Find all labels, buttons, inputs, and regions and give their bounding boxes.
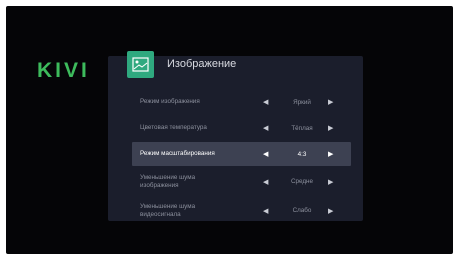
setting-row-video-noise-reduction[interactable]: Уменьшение шума видеосигнала ◀ Слабо ▶ bbox=[132, 197, 351, 224]
setting-label: Уменьшение шума видеосигнала bbox=[140, 202, 196, 218]
arrow-right-icon[interactable]: ▶ bbox=[328, 207, 333, 215]
setting-label: Цветовая температура bbox=[140, 124, 207, 131]
setting-label: Уменьшение шума изображения bbox=[140, 173, 196, 189]
tv-screen: KIVI Изображение Режим изображения ◀ Ярк… bbox=[6, 6, 453, 254]
setting-value: Тёплая bbox=[291, 124, 313, 132]
arrow-left-icon[interactable]: ◀ bbox=[263, 178, 268, 186]
setting-row-color-temperature[interactable]: Цветовая температура ◀ Тёплая ▶ bbox=[132, 116, 351, 140]
arrow-right-icon[interactable]: ▶ bbox=[328, 150, 333, 158]
setting-value: Средне bbox=[290, 178, 314, 185]
arrow-left-icon[interactable]: ◀ bbox=[263, 207, 268, 215]
setting-row-picture-noise-reduction[interactable]: Уменьшение шума изображения ◀ Средне ▶ bbox=[132, 168, 351, 195]
arrow-right-icon[interactable]: ▶ bbox=[328, 178, 333, 186]
picture-icon bbox=[127, 50, 154, 78]
arrow-left-icon[interactable]: ◀ bbox=[263, 98, 268, 106]
setting-label: Режим изображения bbox=[140, 98, 200, 105]
arrow-left-icon[interactable]: ◀ bbox=[263, 124, 268, 132]
panel-title: Изображение bbox=[167, 58, 237, 70]
setting-value: Яркий bbox=[293, 98, 311, 106]
setting-value: Слабо bbox=[292, 207, 312, 214]
arrow-right-icon[interactable]: ▶ bbox=[328, 124, 333, 132]
setting-row-aspect-ratio[interactable]: Режим масштабирования ◀ 4:3 ▶ bbox=[132, 142, 351, 166]
arrow-left-icon[interactable]: ◀ bbox=[263, 150, 268, 158]
panel-header: Изображение bbox=[127, 49, 236, 79]
kivi-logo: KIVI bbox=[37, 59, 90, 82]
arrow-right-icon[interactable]: ▶ bbox=[328, 98, 333, 106]
setting-label: Режим масштабирования bbox=[140, 150, 215, 157]
setting-value: 4:3 bbox=[297, 150, 307, 158]
settings-list: Режим изображения ◀ Яркий ▶ Цветовая тем… bbox=[132, 90, 351, 226]
setting-row-picture-mode[interactable]: Режим изображения ◀ Яркий ▶ bbox=[132, 90, 351, 114]
